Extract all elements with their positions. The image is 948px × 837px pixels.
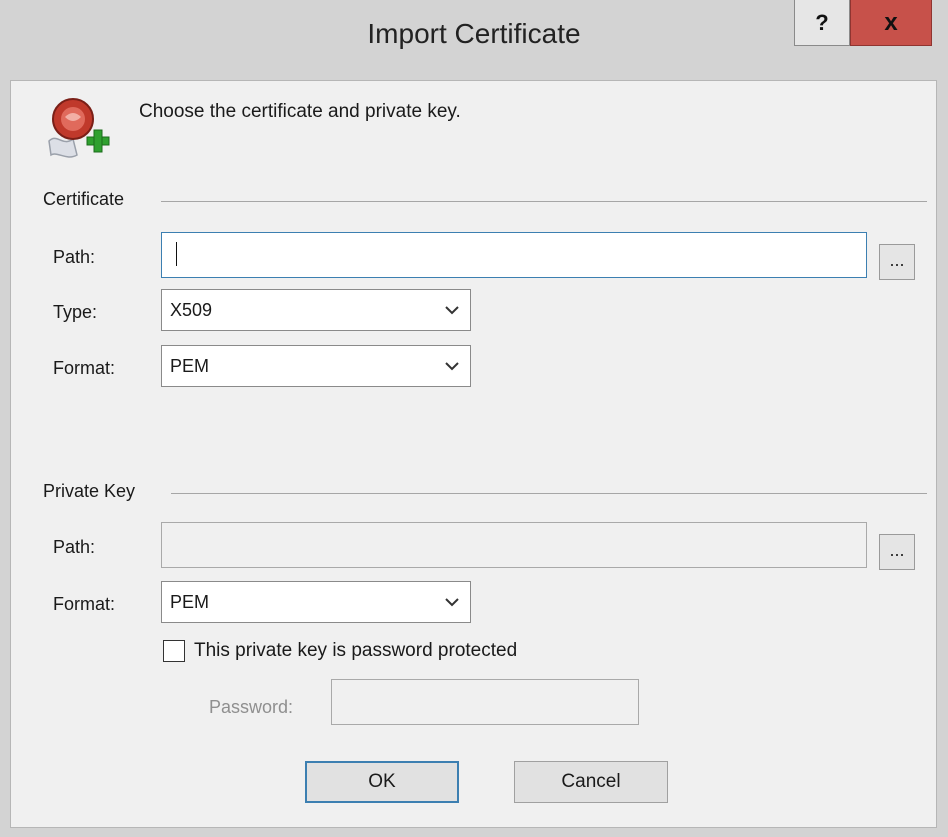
password-label: Password:: [209, 697, 294, 717]
help-button[interactable]: ?: [794, 0, 850, 46]
certificate-group-divider: [161, 201, 927, 202]
title-bar[interactable]: Import Certificate ? x: [0, 0, 948, 80]
private-key-format-value: PEM: [170, 592, 210, 612]
certificate-type-label: Type:: [53, 302, 98, 322]
private-key-browse-button[interactable]: ...: [879, 534, 915, 570]
close-button[interactable]: x: [850, 0, 932, 46]
import-certificate-dialog: Import Certificate ? x Choose the certif…: [0, 0, 948, 837]
instruction-text: Choose the certificate and private key.: [139, 101, 461, 122]
certificate-type-value: X509: [170, 300, 213, 320]
certificate-format-value: PEM: [170, 356, 210, 376]
certificate-type-select[interactable]: X509: [161, 289, 471, 331]
certificate-format-label: Format:: [53, 358, 116, 378]
password-protected-checkbox[interactable]: [163, 640, 185, 662]
private-key-format-select[interactable]: PEM: [161, 581, 471, 623]
cancel-button[interactable]: Cancel: [514, 761, 668, 803]
private-key-group-divider: [171, 493, 927, 494]
text-cursor: [176, 242, 177, 266]
certificate-seal-add-icon: [48, 98, 110, 158]
ok-button[interactable]: OK: [305, 761, 459, 803]
private-key-path-input[interactable]: [161, 522, 867, 568]
certificate-browse-button[interactable]: ...: [879, 244, 915, 280]
password-input[interactable]: [331, 679, 639, 725]
password-protected-label[interactable]: This private key is password protected: [194, 640, 517, 662]
certificate-path-input[interactable]: [161, 232, 867, 278]
chevron-down-icon: [445, 362, 459, 371]
chevron-down-icon: [445, 306, 459, 315]
private-key-path-label: Path:: [53, 537, 96, 557]
certificate-path-label: Path:: [53, 247, 96, 267]
certificate-format-select[interactable]: PEM: [161, 345, 471, 387]
private-key-group-label: Private Key: [43, 481, 146, 502]
close-icon: x: [884, 8, 898, 36]
help-icon: ?: [815, 9, 829, 35]
dialog-body: Choose the certificate and private key. …: [10, 80, 937, 828]
certificate-group-label: Certificate: [43, 189, 135, 210]
chevron-down-icon: [445, 598, 459, 607]
private-key-format-label: Format:: [53, 594, 116, 614]
